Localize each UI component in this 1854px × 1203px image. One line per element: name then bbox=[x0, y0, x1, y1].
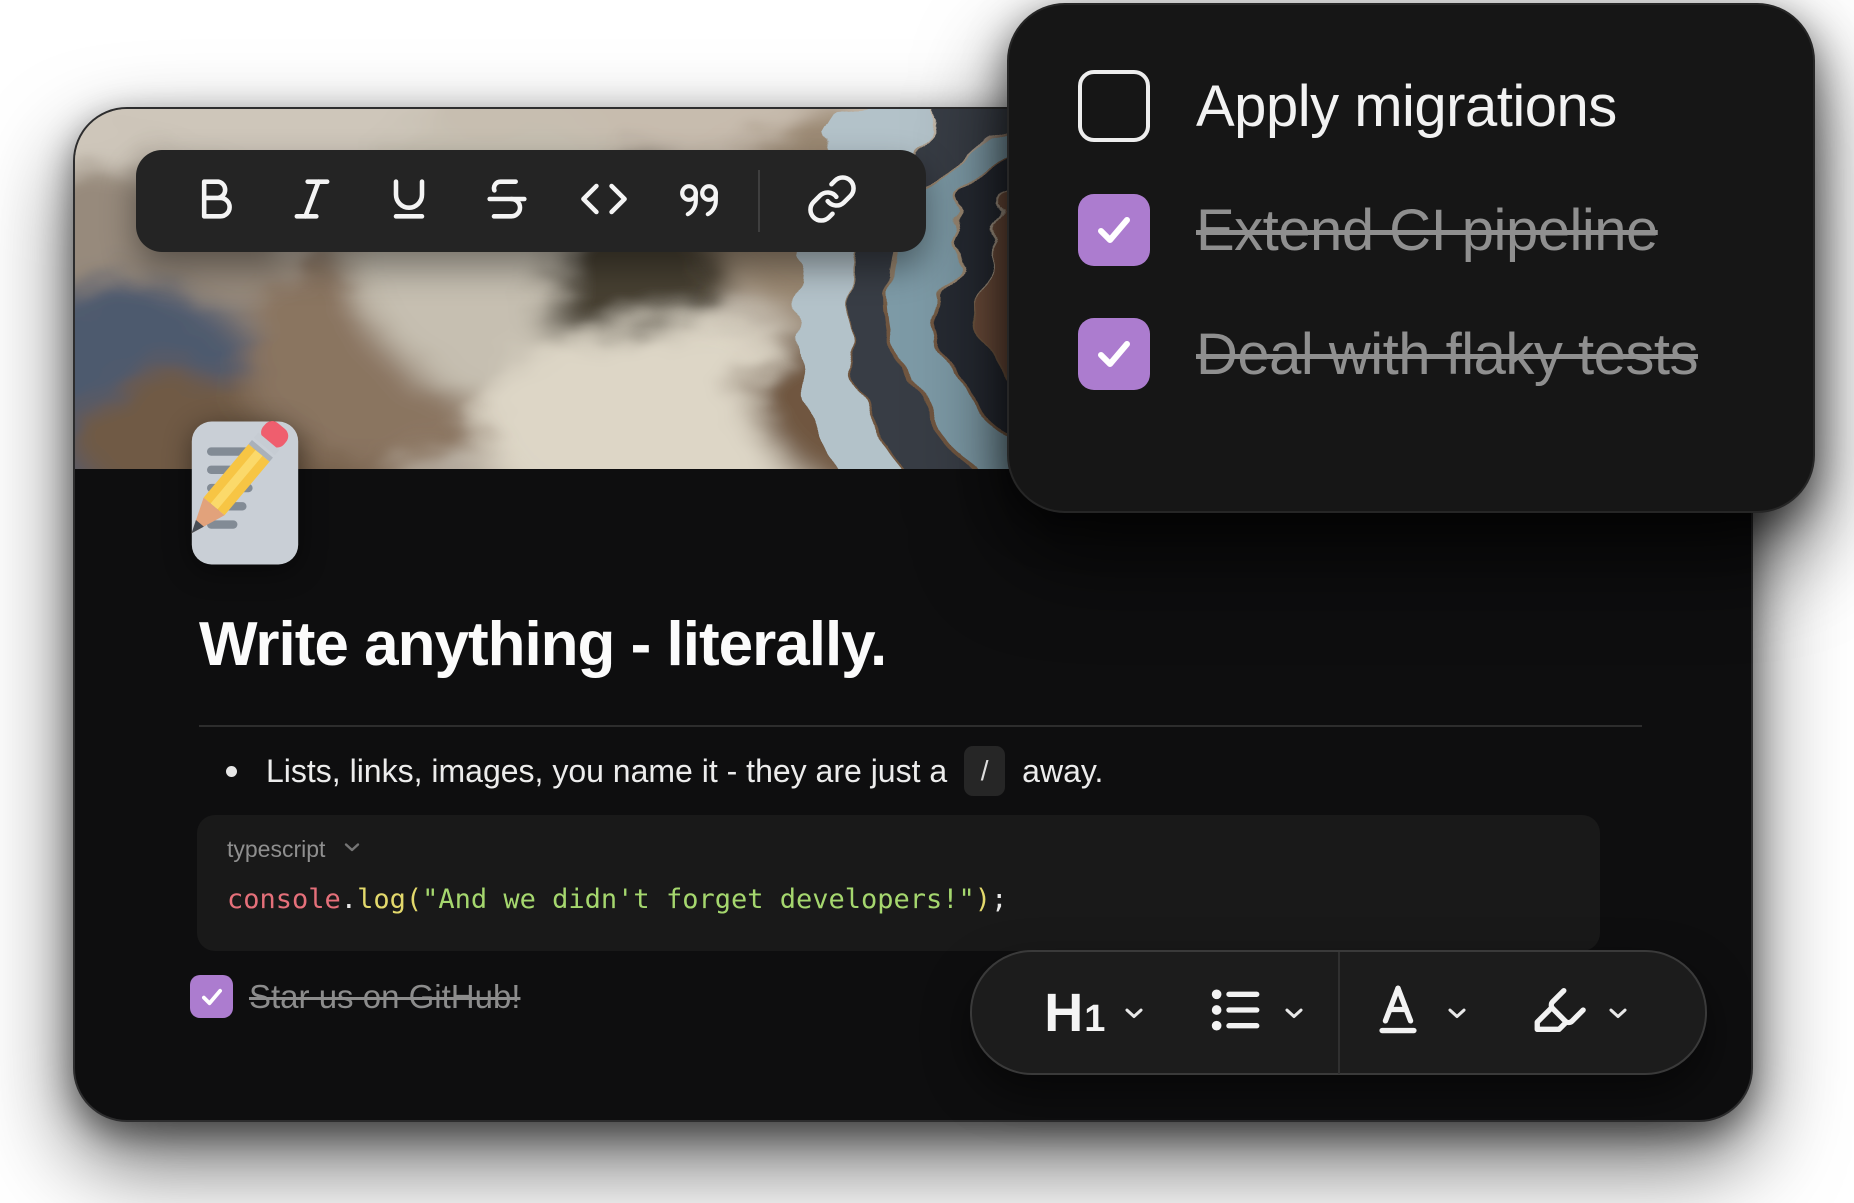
heading-icon: H1 bbox=[1044, 982, 1104, 1044]
list-style-dropdown[interactable] bbox=[1177, 981, 1338, 1044]
checklist-item: Apply migrations bbox=[1078, 70, 1617, 142]
page: Write anything - literally. Lists, links… bbox=[0, 0, 1854, 1203]
todo-item: Star us on GitHub! bbox=[190, 975, 520, 1018]
todo-label: Star us on GitHub! bbox=[249, 978, 520, 1016]
code-token: ( bbox=[406, 884, 422, 915]
formatting-toolbar bbox=[136, 150, 926, 252]
underline-icon bbox=[383, 173, 435, 230]
slash-key-badge: / bbox=[964, 746, 1005, 796]
code-token: ; bbox=[991, 884, 1007, 915]
bullet-list-item: Lists, links, images, you name it - they… bbox=[199, 741, 1642, 801]
strikethrough-icon bbox=[481, 173, 533, 230]
highlighter-icon bbox=[1530, 981, 1588, 1044]
checklist-card: Apply migrations Extend CI pipeline Deal… bbox=[1007, 3, 1815, 513]
strikethrough-button[interactable] bbox=[458, 150, 555, 252]
chevron-down-icon bbox=[1443, 999, 1471, 1027]
quote-button[interactable] bbox=[653, 150, 750, 252]
link-icon bbox=[806, 173, 858, 230]
text-color-dropdown[interactable] bbox=[1340, 981, 1501, 1044]
code-token: "And we didn't forget developers!" bbox=[422, 884, 975, 915]
checkbox-checked[interactable] bbox=[1078, 318, 1150, 390]
bold-icon bbox=[189, 173, 241, 230]
link-button[interactable] bbox=[768, 150, 896, 252]
code-language-label: typescript bbox=[227, 836, 325, 863]
toolbar-divider bbox=[758, 170, 760, 232]
underline-button[interactable] bbox=[361, 150, 458, 252]
chevron-down-icon bbox=[1280, 999, 1308, 1027]
italic-icon bbox=[286, 173, 338, 230]
code-block: typescript console.log("And we didn't fo… bbox=[197, 815, 1600, 951]
code-token: console bbox=[227, 884, 341, 915]
checkbox-unchecked[interactable] bbox=[1078, 70, 1150, 142]
code-token: log bbox=[357, 884, 406, 915]
checklist-item: Deal with flaky tests bbox=[1078, 318, 1698, 390]
chevron-down-icon bbox=[1604, 999, 1632, 1027]
memo-icon[interactable] bbox=[187, 417, 303, 569]
block-toolbar: H1 bbox=[970, 950, 1707, 1075]
code-line: console.log("And we didn't forget develo… bbox=[227, 884, 1570, 915]
italic-button[interactable] bbox=[263, 150, 360, 252]
checklist-label: Extend CI pipeline bbox=[1196, 197, 1658, 264]
code-icon bbox=[578, 173, 630, 230]
checklist-label: Deal with flaky tests bbox=[1196, 321, 1698, 388]
bullet-text-before: Lists, links, images, you name it - they… bbox=[266, 753, 947, 790]
bullet-text-after: away. bbox=[1022, 753, 1103, 790]
page-title: Write anything - literally. bbox=[199, 609, 1639, 680]
chevron-down-icon bbox=[1120, 999, 1148, 1027]
bold-button[interactable] bbox=[166, 150, 263, 252]
code-token: ) bbox=[975, 884, 991, 915]
text-color-icon bbox=[1369, 981, 1427, 1044]
code-token: . bbox=[341, 884, 357, 915]
checklist-item: Extend CI pipeline bbox=[1078, 194, 1658, 266]
code-language-selector[interactable]: typescript bbox=[227, 835, 1570, 864]
chevron-down-icon bbox=[340, 835, 364, 864]
checkbox-checked[interactable] bbox=[1078, 194, 1150, 266]
bullet-list-icon bbox=[1206, 981, 1264, 1044]
todo-checkbox-checked[interactable] bbox=[190, 975, 233, 1018]
heading-style-dropdown[interactable]: H1 bbox=[1016, 982, 1177, 1044]
quote-icon bbox=[675, 173, 727, 230]
highlight-dropdown[interactable] bbox=[1500, 981, 1661, 1044]
code-button[interactable] bbox=[555, 150, 652, 252]
bullet-dot bbox=[226, 766, 237, 777]
divider bbox=[199, 725, 1642, 727]
checklist-label: Apply migrations bbox=[1196, 73, 1617, 140]
